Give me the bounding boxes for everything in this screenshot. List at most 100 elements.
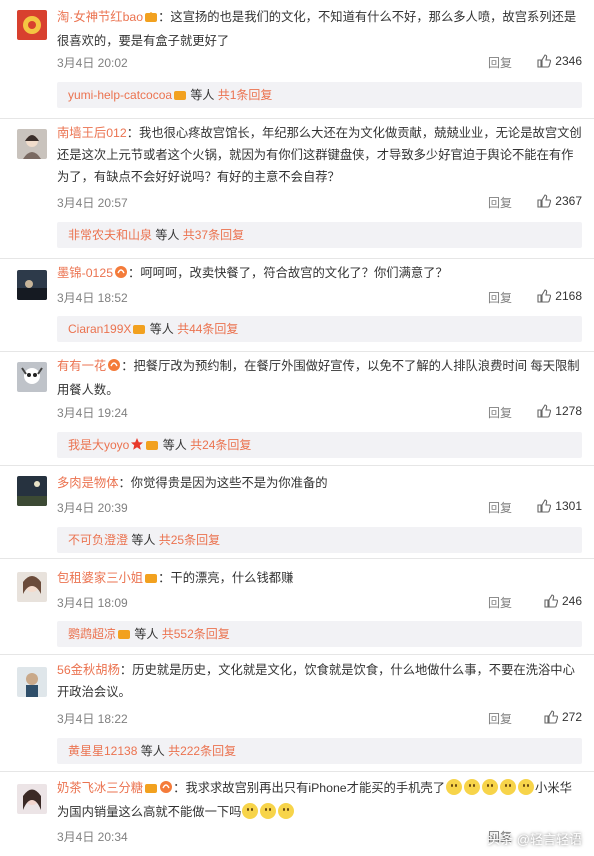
username[interactable]: 南墙王后012 — [57, 126, 127, 140]
thumbs-up-icon — [537, 499, 552, 513]
reply-button[interactable]: 回复 — [488, 710, 512, 727]
avatar[interactable] — [17, 572, 47, 602]
sub-reply-mid: 等人 — [155, 228, 180, 242]
smile-emoji-icon — [500, 779, 517, 795]
comment-meta: 3月4日 20:39 回复 1301 — [57, 499, 582, 517]
username[interactable]: 墨锦-0125 — [57, 266, 113, 280]
sub-reply-count[interactable]: 共24条回复 — [190, 438, 251, 452]
sub-reply-user[interactable]: yumi-help-catcocoa — [68, 88, 172, 102]
sub-reply-mid: 等人 — [140, 744, 165, 758]
comment-text: 墨锦-0125 ：呵呵呵，改卖快餐了，符合故宫的文化了？你们满意了？ — [57, 262, 582, 286]
level-badge-icon — [107, 357, 121, 379]
username[interactable]: 多肉是物体 — [57, 476, 119, 490]
vip-badge-icon — [173, 84, 187, 110]
comment-text: 56金秋胡杨：历史就是历史，文化就是文化，饮食就是饮食，什么地做什么事，不要在洗… — [57, 663, 575, 699]
like-count: 2367 — [555, 194, 582, 208]
like-button[interactable]: 272 — [544, 710, 582, 724]
username[interactable]: 有有一花 — [57, 359, 106, 373]
sub-reply-mid: 等人 — [162, 438, 187, 452]
avatar[interactable] — [17, 667, 47, 697]
reply-button[interactable]: 回复 — [488, 54, 512, 71]
comment-meta: 3月4日 18:09 回复 246 — [57, 594, 582, 612]
sub-reply-user[interactable]: 不可负澄澄 — [68, 533, 128, 547]
sub-replies[interactable]: 黄星星12138 等人 共222条回复 — [57, 738, 582, 764]
comment-text: 多肉是物体：你觉得贵是因为这些不是为你准备的 — [57, 476, 328, 490]
vip-badge-icon — [144, 8, 158, 30]
watermark: 头条 @轻言轻语 — [487, 832, 582, 847]
username[interactable]: 包租婆家三小姐 — [57, 571, 143, 585]
reply-button[interactable]: 回复 — [488, 194, 512, 211]
comment-meta: 3月4日 18:22 回复 272 — [57, 710, 582, 728]
divider — [0, 258, 594, 259]
comment-date: 3月4日 20:57 — [57, 196, 128, 210]
sub-reply-mid: 等人 — [134, 627, 159, 641]
comment-text: 南墙王后012：我也很心疼故宫馆长，年纪那么大还在为文化做贡献，兢兢业业，无论是… — [57, 126, 582, 184]
smile-emoji-icon — [518, 779, 535, 795]
like-button[interactable]: 246 — [544, 594, 582, 608]
vip-badge-icon — [144, 569, 158, 591]
avatar[interactable] — [17, 270, 47, 300]
sub-replies[interactable]: Ciaran199X 等人 共44条回复 — [57, 316, 582, 342]
thumbs-up-icon — [537, 404, 552, 418]
comment-text: 包租婆家三小姐 ：干的漂亮，什么钱都赚 — [57, 567, 582, 591]
divider — [0, 351, 594, 352]
smile-emoji-icon — [278, 803, 295, 819]
comment-date: 3月4日 18:22 — [57, 712, 128, 726]
like-count: 2168 — [555, 289, 582, 303]
like-count: 1301 — [555, 499, 582, 513]
smile-emoji-icon — [446, 779, 463, 795]
avatar[interactable] — [17, 129, 47, 159]
sub-reply-count[interactable]: 共222条回复 — [168, 744, 236, 758]
like-button[interactable]: 1301 — [537, 499, 582, 513]
sub-reply-mid: 等人 — [131, 533, 156, 547]
reply-button[interactable]: 回复 — [488, 594, 512, 611]
sub-reply-count[interactable]: 共25条回复 — [159, 533, 220, 547]
reply-button[interactable]: 回复 — [488, 289, 512, 306]
avatar[interactable] — [17, 476, 47, 506]
comment-date: 3月4日 20:39 — [57, 501, 128, 515]
sub-reply-count[interactable]: 共1条回复 — [218, 88, 273, 102]
like-button[interactable]: 1278 — [537, 404, 582, 418]
like-button[interactable]: 2168 — [537, 289, 582, 303]
sub-reply-count[interactable]: 共552条回复 — [162, 627, 230, 641]
username[interactable]: 奶茶飞冰三分糖 — [57, 781, 143, 795]
avatar[interactable] — [17, 10, 47, 40]
comment-date: 3月4日 18:09 — [57, 596, 128, 610]
sub-replies[interactable]: 我是大yoyo 等人 共24条回复 — [57, 432, 582, 458]
reply-button[interactable]: 回复 — [488, 499, 512, 516]
sub-replies[interactable]: 鹦鹉超凉 等人 共552条回复 — [57, 621, 582, 647]
sub-reply-count[interactable]: 共37条回复 — [183, 228, 244, 242]
vip-badge-icon — [145, 434, 159, 460]
sub-replies[interactable]: 不可负澄澄 等人 共25条回复 — [57, 527, 582, 553]
smile-emoji-icon — [242, 803, 259, 819]
thumbs-up-icon — [544, 710, 559, 724]
comment-date: 3月4日 18:52 — [57, 291, 128, 305]
avatar[interactable] — [17, 784, 47, 814]
sub-replies[interactable]: 非常农夫和山泉 等人 共37条回复 — [57, 222, 582, 248]
avatar[interactable] — [17, 362, 47, 392]
sub-reply-user[interactable]: 我是大yoyo — [68, 438, 129, 452]
divider — [0, 654, 594, 655]
comment-meta: 3月4日 18:52 回复 2168 — [57, 289, 582, 307]
username[interactable]: 淘·女神节红bao — [57, 10, 143, 24]
smile-emoji-icon — [260, 803, 277, 819]
username[interactable]: 56金秋胡杨 — [57, 663, 120, 677]
sub-reply-user[interactable]: 黄星星12138 — [68, 744, 137, 758]
comment-meta: 3月4日 19:24 回复 1278 — [57, 404, 582, 422]
reply-button[interactable]: 回复 — [488, 404, 512, 421]
divider — [0, 118, 594, 119]
like-button[interactable]: 2346 — [537, 54, 582, 68]
sub-replies[interactable]: yumi-help-catcocoa 等人 共1条回复 — [57, 82, 582, 108]
like-count: 2346 — [555, 54, 582, 68]
comment-date: 3月4日 20:02 — [57, 56, 128, 70]
thumbs-up-icon — [537, 54, 552, 68]
comment-date: 3月4日 20:34 — [57, 830, 128, 844]
sub-reply-user[interactable]: 鹦鹉超凉 — [68, 627, 116, 641]
like-button[interactable]: 2367 — [537, 194, 582, 208]
level-badge-icon — [114, 264, 128, 286]
sub-reply-mid: 等人 — [149, 322, 174, 336]
sub-reply-user[interactable]: 非常农夫和山泉 — [68, 228, 152, 242]
sub-reply-user[interactable]: Ciaran199X — [68, 322, 131, 336]
level-badge-icon — [159, 779, 173, 801]
sub-reply-count[interactable]: 共44条回复 — [177, 322, 238, 336]
